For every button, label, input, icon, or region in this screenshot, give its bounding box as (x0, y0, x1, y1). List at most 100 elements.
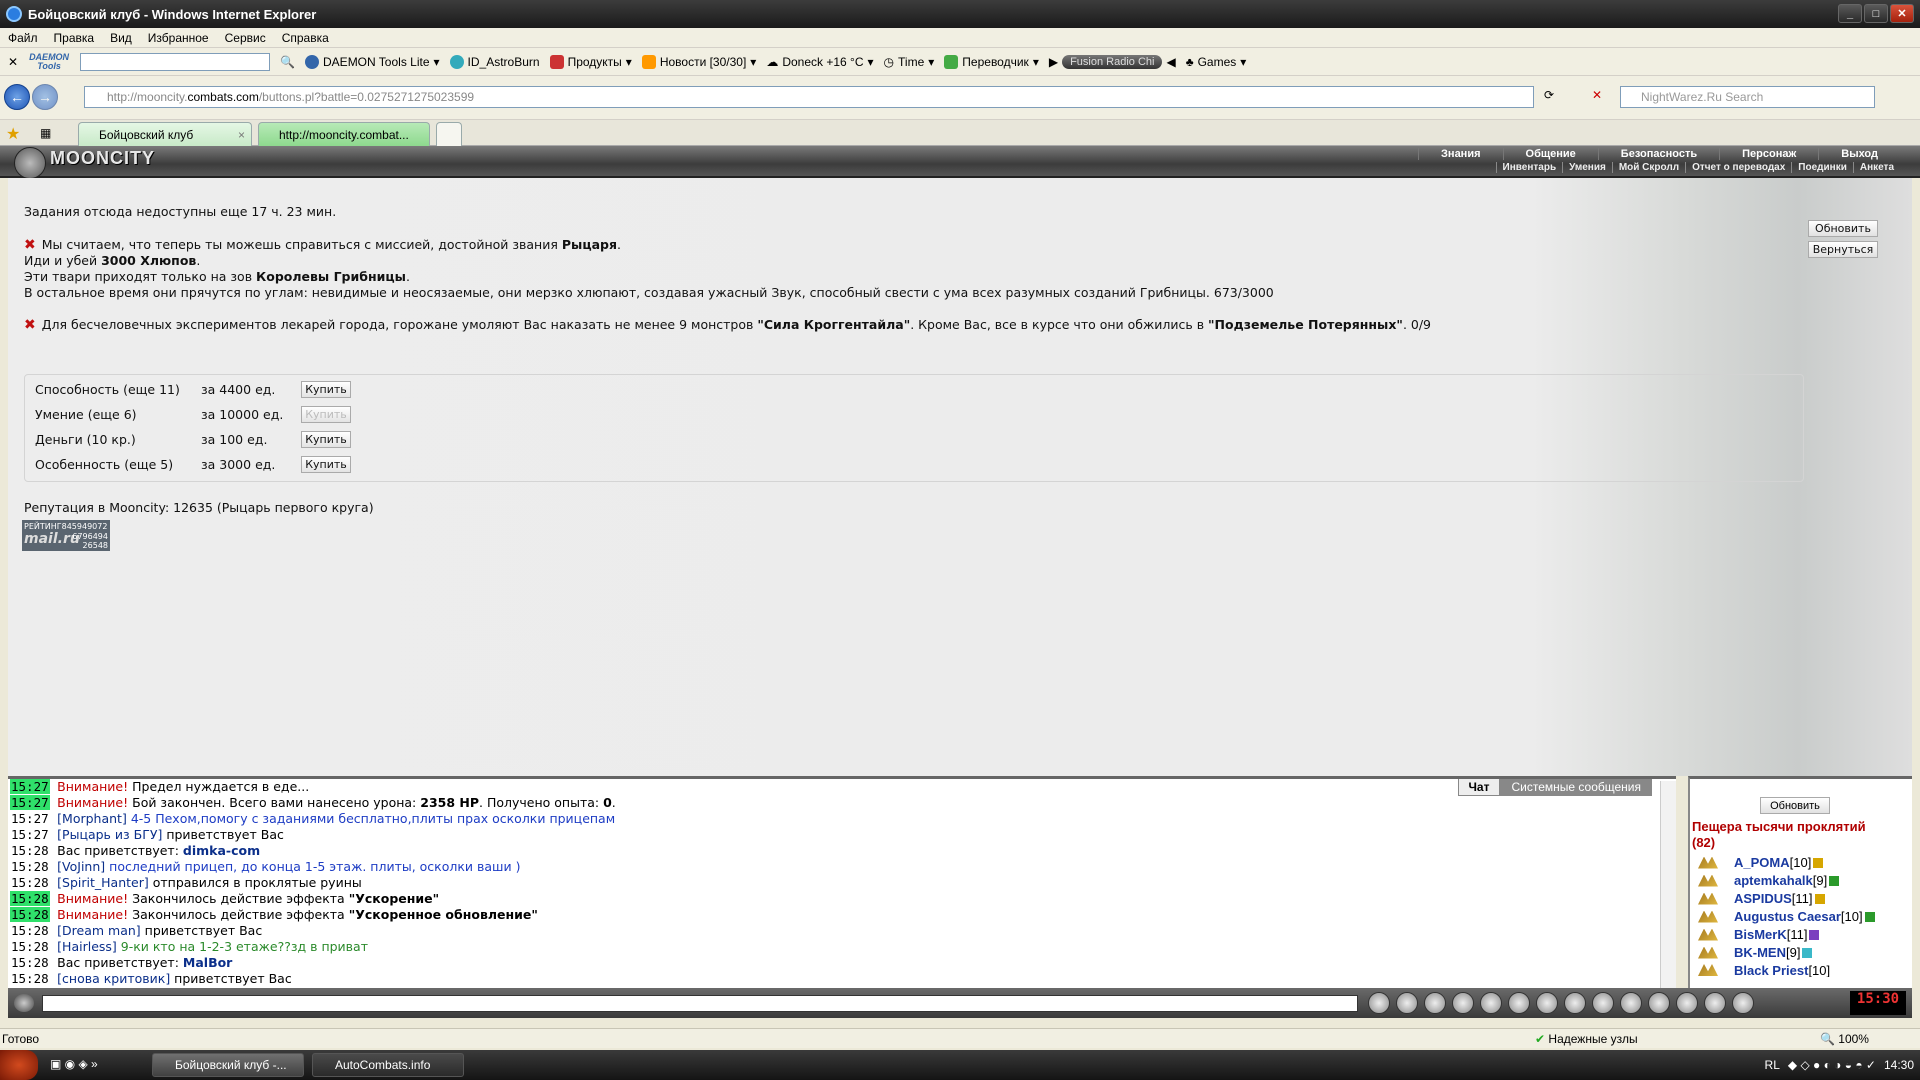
tray-icons[interactable]: ◆ ◇ ● ◐ ◑ ◒ ◓ ✓ (1788, 1058, 1876, 1072)
task-autocombats[interactable]: AutoCombats.info (312, 1053, 464, 1077)
minimize-button[interactable]: _ (1838, 4, 1862, 23)
clear-icon[interactable] (1396, 992, 1418, 1014)
chat-nick[interactable]: [Morphant] (57, 811, 127, 826)
refresh-icon[interactable]: ⟳ (1544, 88, 1554, 102)
tab-system-messages[interactable]: Системные сообщения (1500, 779, 1652, 796)
action-icon[interactable] (1620, 992, 1642, 1014)
info-icon[interactable] (1814, 893, 1825, 904)
info-icon[interactable] (1802, 947, 1813, 958)
user-name[interactable]: BK-MEN (1734, 945, 1786, 960)
astroburn-button[interactable]: ID_AstroBurn (449, 54, 540, 69)
sound-icon[interactable] (1536, 992, 1558, 1014)
nav-knowledge[interactable]: Знания (1418, 148, 1502, 160)
scroll-icon[interactable] (1648, 992, 1670, 1014)
chat-nick[interactable]: [Spirit_Hanter] (57, 875, 149, 890)
volume-icon[interactable]: ◀ (1166, 55, 1175, 69)
attack-icon[interactable] (1698, 964, 1718, 976)
close-toolbar-icon[interactable]: ✕ (8, 55, 18, 69)
userlist-refresh-button[interactable]: Обновить (1760, 797, 1830, 814)
chat-input[interactable] (42, 995, 1358, 1012)
menu-edit[interactable]: Правка (54, 31, 95, 45)
user-name[interactable]: aptemkahalk (1734, 873, 1813, 888)
subnav-inventory[interactable]: Инвентарь (1495, 162, 1563, 173)
tab-chat[interactable]: Чат (1457, 779, 1501, 796)
potion-icon[interactable] (1676, 992, 1698, 1014)
attack-icon[interactable] (1698, 874, 1718, 887)
tab-close-icon[interactable]: × (238, 128, 245, 142)
chat-nick[interactable]: [Hairless] (57, 939, 117, 954)
time-button[interactable]: ◷ Time ▾ (884, 55, 935, 69)
subnav-scroll[interactable]: Мой Скролл (1611, 162, 1685, 173)
attack-icon[interactable] (1698, 946, 1718, 959)
buy-button[interactable]: Купить (301, 431, 351, 448)
back-game-button[interactable]: Вернуться (1808, 241, 1878, 258)
back-button[interactable]: ← (4, 84, 30, 110)
daemon-lite-button[interactable]: DAEMON Tools Lite ▾ (305, 54, 440, 69)
user-item[interactable]: Augustus Caesar [10] (1698, 909, 1875, 924)
translator-button[interactable]: Переводчик ▾ (944, 54, 1039, 69)
user-name[interactable]: Augustus Caesar (1734, 909, 1841, 924)
search-field[interactable]: NightWarez.Ru Search (1620, 86, 1875, 108)
weather-button[interactable]: ☁ Doneck +16 °C ▾ (766, 55, 873, 69)
refresh-button[interactable]: Обновить (1808, 220, 1878, 237)
quick-tabs-icon[interactable]: ▦ (40, 126, 51, 140)
subnav-transfers[interactable]: Отчет о переводах (1685, 162, 1791, 173)
chat-nick[interactable]: [Dream man] (57, 923, 141, 938)
user-item[interactable]: aptemkahalk [9] (1698, 873, 1840, 888)
attack-icon[interactable] (1698, 892, 1718, 905)
url-field[interactable]: http://mooncity. combats.com/buttons.pl?b… (84, 86, 1534, 108)
favorites-star-icon[interactable]: ★ (6, 124, 20, 144)
nav-security[interactable]: Безопасность (1597, 148, 1719, 160)
user-item[interactable]: ASPIDUS [11] (1698, 891, 1825, 906)
chat-nick[interactable]: MalBor (183, 955, 232, 970)
menu-tools[interactable]: Сервис (225, 31, 266, 45)
filter-icon[interactable] (1424, 992, 1446, 1014)
user-item[interactable]: BK-MEN [9] (1698, 945, 1813, 960)
walk-icon[interactable] (1480, 992, 1502, 1014)
start-button[interactable] (0, 1050, 38, 1080)
language-indicator[interactable]: RL (1765, 1058, 1780, 1072)
menu-favorites[interactable]: Избранное (148, 31, 209, 45)
new-tab-button[interactable] (436, 122, 462, 146)
translit-icon[interactable] (1508, 992, 1530, 1014)
tab-fightclub[interactable]: Бойцовский клуб × (78, 122, 252, 146)
bag-icon[interactable] (1704, 992, 1726, 1014)
attack-icon[interactable] (1698, 910, 1718, 923)
radio-player[interactable]: ▶ Fusion Radio Chi ◀ (1049, 54, 1176, 69)
menu-help[interactable]: Справка (282, 31, 329, 45)
chat-nick[interactable]: [снова критовик] (57, 971, 170, 986)
smiley-icon[interactable] (1564, 992, 1586, 1014)
daemon-logo[interactable]: DAEMON Tools (28, 52, 70, 71)
buy-button[interactable]: Купить (301, 381, 351, 398)
exit-icon[interactable] (1732, 992, 1754, 1014)
nav-character[interactable]: Персонаж (1719, 148, 1818, 160)
forward-button[interactable]: → (32, 84, 58, 110)
user-name[interactable]: A_POMA (1734, 855, 1790, 870)
search-icon[interactable]: 🔍 (280, 55, 295, 69)
play-icon[interactable]: ▶ (1049, 55, 1058, 69)
quest2-cancel-icon[interactable]: ✖ (24, 317, 36, 333)
user-item[interactable]: BisMerK [11] (1698, 927, 1820, 942)
tray-clock[interactable]: 14:30 (1884, 1058, 1914, 1072)
games-button[interactable]: ♣ Games ▾ (1186, 55, 1247, 69)
zoom-level[interactable]: 🔍 100% (1820, 1032, 1869, 1046)
user-item[interactable]: Black Priest [10] (1698, 963, 1830, 977)
buy-button[interactable]: Купить (301, 456, 351, 473)
send-icon[interactable] (1368, 992, 1390, 1014)
info-icon[interactable] (1809, 929, 1820, 940)
chat-scrollbar[interactable] (1660, 781, 1676, 989)
chat-nick[interactable]: [Рыцарь из БГУ] (57, 827, 162, 842)
attack-icon[interactable] (1698, 928, 1718, 941)
chat-settings-icon[interactable] (1592, 992, 1614, 1014)
user-name[interactable]: BisMerK (1734, 927, 1787, 942)
save-icon[interactable] (1452, 992, 1474, 1014)
menu-view[interactable]: Вид (110, 31, 132, 45)
tab-mooncity[interactable]: http://mooncity.combat... (258, 122, 430, 146)
info-icon[interactable] (1864, 911, 1875, 922)
quicklaunch-icons[interactable]: ▣ ◉ ◈ » (50, 1057, 98, 1071)
nav-communication[interactable]: Общение (1502, 148, 1598, 160)
info-icon[interactable] (1829, 875, 1840, 886)
chat-nick[interactable]: [VoJinn] (57, 859, 105, 874)
attack-icon[interactable] (1698, 856, 1718, 869)
user-name[interactable]: ASPIDUS (1734, 891, 1792, 906)
